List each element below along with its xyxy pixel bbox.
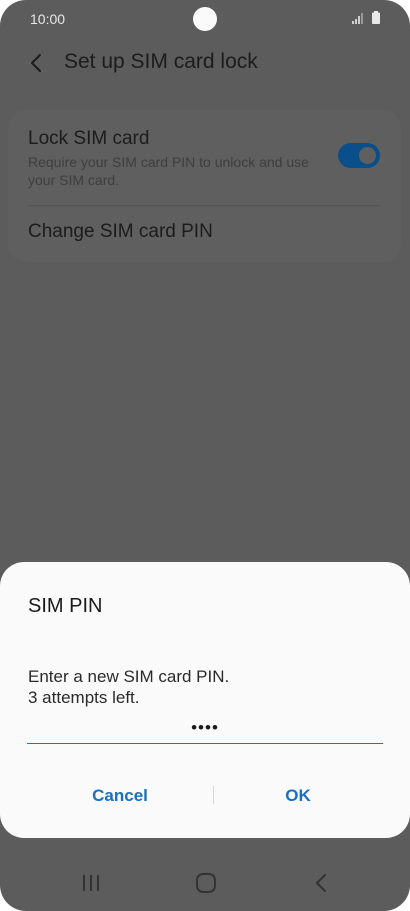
dialog-message-line-1: Enter a new SIM card PIN. (28, 667, 230, 686)
page-title: Set up SIM card lock (64, 50, 258, 73)
change-sim-pin-row[interactable]: Change SIM card PIN (8, 206, 401, 262)
dialog-message-line-2: 3 attempts left. (28, 688, 140, 707)
back-icon (316, 874, 326, 892)
phone-frame: 10:00 Set up SIM card lock Lock SIM card… (0, 0, 410, 911)
home-icon (196, 873, 216, 893)
lock-sim-card-title: Lock SIM card (28, 128, 150, 149)
nav-back-button[interactable] (301, 867, 341, 899)
change-sim-pin-title: Change SIM card PIN (28, 221, 213, 242)
lock-sim-card-row[interactable]: Lock SIM card Require your SIM card PIN … (8, 110, 401, 205)
signal-icon (352, 13, 363, 24)
status-time: 10:00 (30, 11, 66, 27)
chevron-left-icon (31, 54, 41, 72)
back-button[interactable] (22, 48, 52, 78)
lock-sim-card-description: Require your SIM card PIN to unlock and … (28, 154, 309, 188)
dialog-title: SIM PIN (28, 595, 103, 617)
sim-pin-dialog: SIM PIN Enter a new SIM card PIN. 3 atte… (0, 562, 410, 838)
cancel-button[interactable]: Cancel (45, 774, 195, 818)
settings-card: Lock SIM card Require your SIM card PIN … (8, 110, 401, 262)
ok-button[interactable]: OK (223, 774, 373, 818)
navigation-bar (0, 855, 410, 911)
home-button[interactable] (186, 867, 226, 899)
screen: 10:00 Set up SIM card lock Lock SIM card… (0, 0, 410, 911)
battery-icon (372, 11, 380, 24)
camera-hole-icon (193, 7, 217, 31)
app-bar: Set up SIM card lock (0, 38, 410, 88)
toggle-knob (357, 145, 378, 166)
button-divider (213, 786, 214, 804)
status-bar: 10:00 (0, 0, 410, 38)
dialog-message: Enter a new SIM card PIN. 3 attempts lef… (28, 666, 229, 708)
recents-icon (83, 875, 99, 891)
lock-sim-card-toggle[interactable] (338, 143, 380, 168)
recents-button[interactable] (71, 867, 111, 899)
pin-input[interactable] (27, 712, 383, 744)
